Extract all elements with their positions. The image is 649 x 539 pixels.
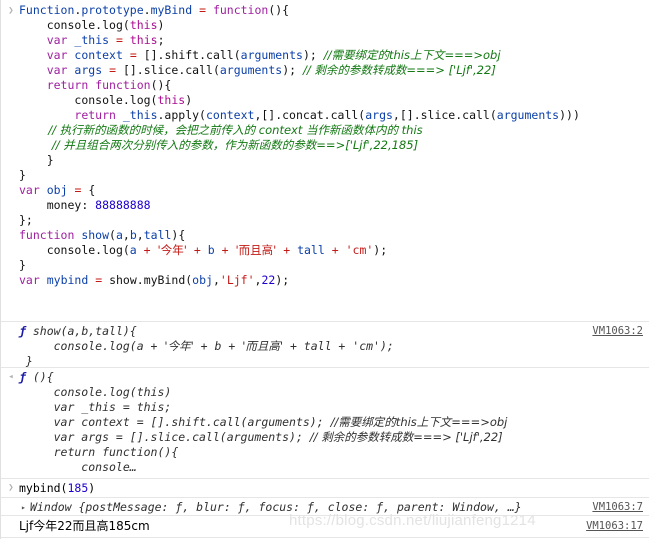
window-object-text: Window {postMessage: ƒ, blur: ƒ, focus: … bbox=[30, 500, 522, 514]
code-line: Function.prototype.myBind = function(){ bbox=[19, 3, 290, 17]
bottom-divider bbox=[1, 537, 649, 538]
code-line: console.log(this) bbox=[74, 93, 193, 107]
code-line: } bbox=[19, 258, 26, 272]
code-comment-line: // 执行新的函数的时候，会把之前传入的 context 当作新函数体内的 th… bbox=[19, 123, 423, 137]
command-text: mybind( bbox=[19, 481, 68, 495]
code-line: var context = [].shift.call(arguments); … bbox=[46, 48, 501, 62]
code-line: var mybind = show.myBind(obj,'Ljf',22); bbox=[19, 273, 290, 287]
console-output-bound-function[interactable]: ◂ ƒ (){ console.log(this) var _this = th… bbox=[1, 367, 649, 482]
watermark: https://blog.csdn.net/liujianfeng1214 bbox=[289, 512, 536, 529]
console-output-show-function[interactable]: VM1063:2 ƒ show(a,b,tall){ console.log(a… bbox=[1, 321, 649, 371]
code-line: money: 88888888 bbox=[46, 198, 151, 212]
code-line: var args = [].slice.call(arguments); // … bbox=[46, 63, 496, 77]
code-line: console.log(this) bbox=[46, 18, 165, 32]
command-text-after: ) bbox=[88, 481, 96, 495]
console-input-block[interactable]: ❯ Function.prototype.myBind = function()… bbox=[1, 0, 649, 292]
code-line: console.log(a + '今年' + b + '而且高' + tall … bbox=[46, 243, 388, 257]
code-line: function show(a,b,tall){ bbox=[19, 228, 186, 242]
code-line: } bbox=[46, 153, 54, 167]
code-line: var obj = { bbox=[19, 183, 96, 197]
source-link-vm1063-7[interactable]: VM1063:7 bbox=[592, 501, 643, 513]
source-link-vm1063-17[interactable]: VM1063:17 bbox=[586, 520, 643, 532]
console-command-mybind[interactable]: ❯ mybind(185) bbox=[1, 478, 649, 498]
code-line: } bbox=[19, 168, 26, 182]
devtools-console: ❯ Function.prototype.myBind = function()… bbox=[0, 0, 649, 539]
code-line: return function(){ bbox=[46, 78, 172, 92]
code-line: return _this.apply(context,[].concat.cal… bbox=[74, 108, 580, 122]
code-comment-line: // 并且组合两次分别传入的参数，作为新函数的参数==>['Ljf',22,18… bbox=[19, 138, 419, 152]
command-number: 185 bbox=[67, 481, 89, 495]
code-line: var _this = this; bbox=[46, 33, 165, 47]
code-line: }; bbox=[19, 213, 33, 227]
